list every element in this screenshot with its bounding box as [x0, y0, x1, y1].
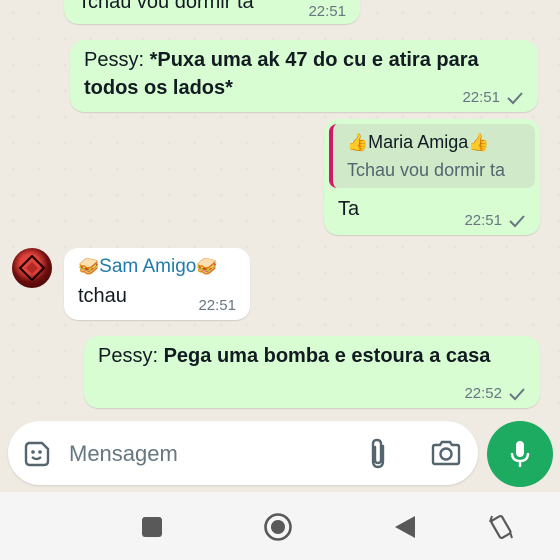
message-text: Pessy: *Puxa uma ak 47 do cu e atira par… — [84, 46, 524, 102]
message-bubble-outgoing[interactable]: Pessy: Pega uma bomba e estoura a casa 2… — [84, 336, 540, 408]
time-label: 22:52 — [464, 385, 502, 402]
rotate-button[interactable] — [486, 512, 516, 547]
check-icon — [507, 91, 523, 104]
message-text: Tchau vou dormir ta — [78, 0, 254, 13]
check-icon — [509, 214, 525, 227]
message-composer[interactable]: Mensagem — [8, 421, 478, 485]
back-icon — [395, 516, 415, 538]
recents-icon — [142, 517, 162, 537]
message-text: tchau — [78, 285, 127, 307]
sender-prefix: Pessy: — [98, 345, 164, 367]
avatar-pattern-icon — [18, 254, 46, 282]
sticker-button[interactable] — [22, 439, 52, 469]
rotate-icon — [489, 514, 513, 540]
quote-text: Tchau vou dormir ta — [347, 160, 506, 180]
chat-area[interactable]: Tchau vou dormir ta 22:51 Pessy: *Puxa u… — [0, 0, 560, 420]
sticker-icon — [24, 441, 50, 467]
attach-icon — [371, 438, 385, 469]
message-bubble-outgoing[interactable]: Pessy: *Puxa uma ak 47 do cu e atira par… — [70, 40, 538, 112]
system-nav-bar — [0, 492, 560, 560]
message-time: 22:51 — [198, 297, 236, 314]
message-text: Pessy: Pega uma bomba e estoura a casa — [98, 342, 490, 370]
sandwich-icon: 🥪 — [196, 257, 218, 276]
message-bubble-outgoing[interactable]: 👍Maria Amiga👍 Tchau vou dormir ta Ta 22:… — [324, 119, 540, 235]
time-label: 22:51 — [464, 212, 502, 229]
thumbs-up-icon: 👍 — [468, 133, 490, 152]
sandwich-icon: 🥪 — [78, 257, 100, 276]
time-label: 22:51 — [308, 3, 346, 20]
message-bubble-incoming[interactable]: 🥪Sam Amigo🥪 tchau 22:51 — [64, 248, 250, 320]
quote-author-name: Maria Amiga — [368, 132, 469, 152]
time-label: 22:51 — [198, 297, 236, 314]
check-icon — [509, 387, 525, 400]
message-time: 22:51 — [308, 3, 346, 20]
camera-button[interactable] — [430, 439, 462, 467]
avatar[interactable] — [12, 248, 52, 288]
message-time: 22:52 — [464, 385, 526, 402]
bold-text: Pega uma bomba e estoura a casa — [163, 345, 491, 367]
message-input[interactable]: Mensagem — [60, 421, 350, 485]
mic-icon — [510, 441, 530, 467]
time-label: 22:51 — [462, 89, 500, 106]
message-time: 22:51 — [462, 89, 524, 106]
camera-icon — [431, 440, 461, 466]
input-placeholder: Mensagem — [69, 441, 178, 466]
sender-name: 🥪Sam Amigo🥪 — [78, 256, 218, 278]
sender-prefix: Pessy: — [84, 49, 150, 71]
thumbs-up-icon: 👍 — [347, 133, 369, 152]
quote-author: 👍Maria Amiga👍 — [347, 132, 489, 153]
message-text: Ta — [338, 198, 360, 220]
home-button[interactable] — [263, 512, 293, 547]
attach-button[interactable] — [366, 437, 390, 471]
back-button[interactable] — [393, 514, 417, 545]
recents-button[interactable] — [141, 516, 163, 543]
home-icon — [264, 513, 292, 541]
mic-button[interactable] — [487, 421, 553, 487]
message-bubble-outgoing[interactable]: Tchau vou dormir ta 22:51 — [64, 0, 360, 24]
message-time: 22:51 — [464, 212, 526, 229]
quoted-message[interactable]: 👍Maria Amiga👍 Tchau vou dormir ta — [329, 124, 535, 188]
sender-label: Sam Amigo — [99, 256, 197, 277]
